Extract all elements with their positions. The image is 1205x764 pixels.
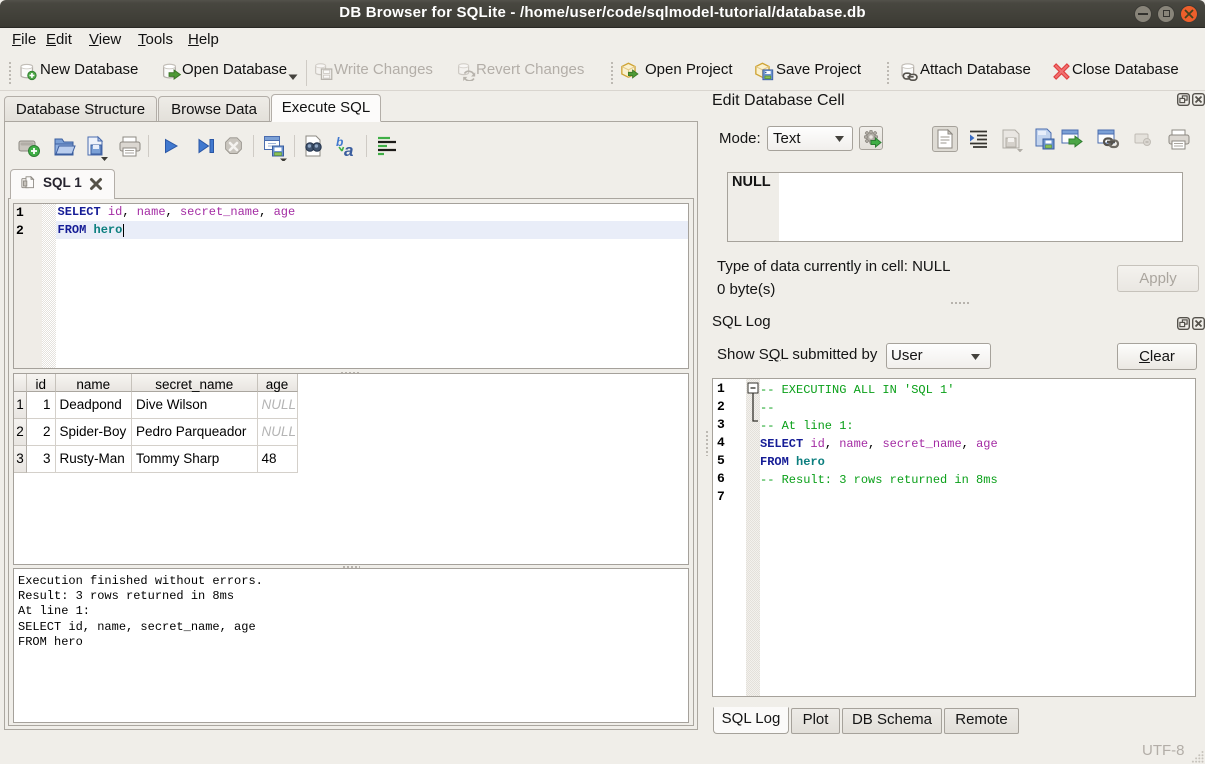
svg-text:a: a — [344, 141, 353, 159]
